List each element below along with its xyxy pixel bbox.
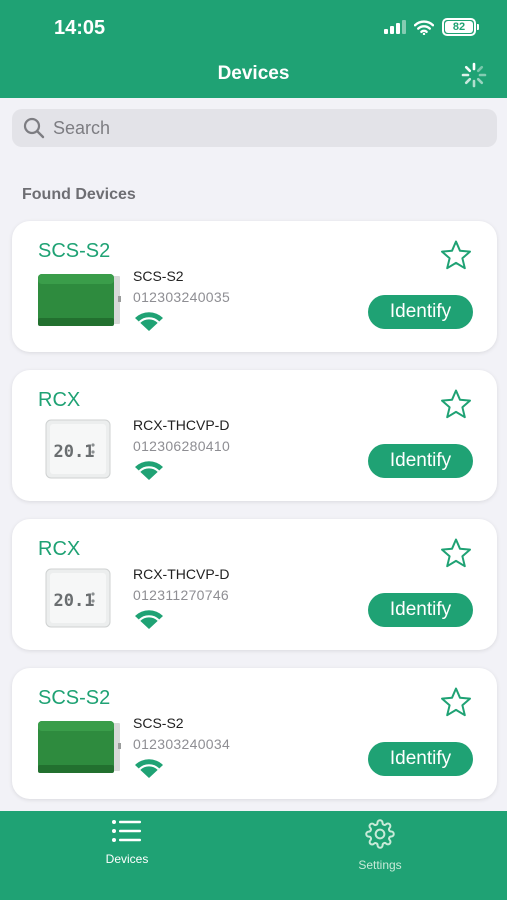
wifi-status-icon: [414, 19, 434, 35]
device-card[interactable]: SCS-S2 SCS-S2 012303240034 Identify: [12, 668, 497, 799]
search-bar[interactable]: [12, 109, 497, 147]
wifi-signal-icon: [135, 461, 163, 480]
device-card[interactable]: RCX 20.1 RCX-THCVP-D 012306280410 Identi…: [12, 370, 497, 501]
identify-button[interactable]: Identify: [368, 444, 473, 478]
app-header: 14:05 82 Devices: [0, 0, 507, 98]
identify-button[interactable]: Identify: [368, 295, 473, 329]
cellular-signal-icon: [384, 20, 406, 34]
device-serial: 012303240035: [133, 289, 231, 305]
list-icon: [112, 820, 141, 842]
device-card[interactable]: RCX 20.1 RCX-THCVP-D 012311270746 Identi…: [12, 519, 497, 650]
favorite-star-icon[interactable]: [440, 686, 472, 718]
device-model: RCX-THCVP-D: [133, 417, 230, 433]
device-serial: 012303240034: [133, 736, 231, 752]
favorite-star-icon[interactable]: [440, 388, 472, 420]
battery-icon: 82: [442, 18, 479, 36]
loading-spinner-icon: [461, 62, 487, 88]
device-name: RCX: [38, 389, 81, 411]
wifi-signal-icon: [135, 610, 163, 629]
page-title: Devices: [217, 63, 290, 84]
tab-devices-label: Devices: [105, 852, 149, 866]
identify-button[interactable]: Identify: [368, 742, 473, 776]
battery-level: 82: [445, 21, 473, 33]
search-icon: [23, 117, 45, 139]
device-model: SCS-S2: [133, 715, 184, 731]
device-serial: 012311270746: [133, 587, 229, 603]
tab-devices[interactable]: Devices: [67, 819, 187, 866]
search-input[interactable]: [53, 117, 473, 139]
tab-bar: Devices Settings: [0, 811, 507, 900]
wifi-signal-icon: [135, 759, 163, 778]
device-name: SCS-S2: [38, 687, 111, 709]
device-name: SCS-S2: [38, 240, 111, 262]
device-model: SCS-S2: [133, 268, 184, 284]
section-header-found-devices: Found Devices: [22, 186, 136, 203]
device-serial: 012306280410: [133, 438, 231, 454]
device-card[interactable]: SCS-S2 SCS-S2 012303240035 Identify: [12, 221, 497, 352]
status-time: 14:05: [54, 17, 106, 39]
scs-s2-unit-image: [38, 274, 121, 326]
identify-button[interactable]: Identify: [368, 593, 473, 627]
tab-settings-label: Settings: [358, 858, 402, 872]
scs-s2-unit-image: [38, 721, 121, 773]
thermostat-display-text: 20.1: [54, 442, 95, 462]
tab-settings[interactable]: Settings: [320, 819, 440, 872]
status-icons: 82: [384, 18, 479, 36]
favorite-star-icon[interactable]: [440, 537, 472, 569]
wifi-signal-icon: [135, 312, 163, 331]
thermostat-display-text: 20.1: [54, 591, 95, 611]
device-name: RCX: [38, 538, 81, 560]
device-model: RCX-THCVP-D: [133, 566, 230, 582]
thermostat-image: 20.1: [45, 568, 111, 628]
gear-icon: [365, 819, 395, 849]
favorite-star-icon[interactable]: [440, 239, 472, 271]
thermostat-image: 20.1: [45, 419, 111, 479]
